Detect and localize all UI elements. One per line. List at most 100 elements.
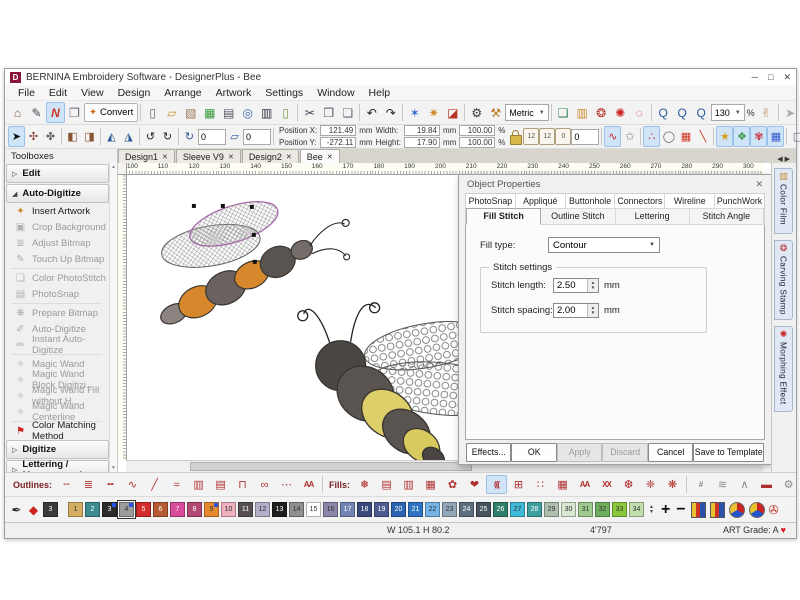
- insert-embroidery-icon[interactable]: ✶: [405, 102, 424, 123]
- color-swatch-3[interactable]: 3: [102, 502, 117, 517]
- color-swatch-28[interactable]: 28: [527, 502, 542, 517]
- color-swatch-18[interactable]: 18: [357, 502, 372, 517]
- outline-dots-icon[interactable]: ⋯: [276, 475, 297, 494]
- scroll-down-icon[interactable]: ▼: [110, 465, 117, 471]
- fill-lace-3-icon[interactable]: ❋: [662, 475, 683, 494]
- reshape-icon[interactable]: ✤: [42, 126, 59, 147]
- lock-proportions-icon[interactable]: [510, 130, 521, 144]
- mesh-effect-icon[interactable]: ▦: [767, 126, 784, 147]
- rotate-cw-45-icon[interactable]: ↻: [159, 126, 176, 147]
- color-swatch-20[interactable]: 20: [391, 502, 406, 517]
- hoop-large-icon[interactable]: 12: [523, 128, 539, 145]
- color-swatch-29[interactable]: 29: [544, 502, 559, 517]
- dialog-tab-stitch-angle[interactable]: Stitch Angle: [690, 208, 764, 225]
- color-swatch-16[interactable]: 16: [323, 502, 338, 517]
- stipple-effect-icon[interactable]: ∴: [643, 126, 660, 147]
- color-swatch-8[interactable]: 8: [187, 502, 202, 517]
- fill-lettering-icon[interactable]: AA: [574, 475, 595, 494]
- height-percent-input[interactable]: 100.00: [459, 137, 495, 148]
- toolbox-scrollbar[interactable]: ▲▼: [109, 163, 117, 472]
- export-machine-icon[interactable]: ◪: [443, 102, 462, 123]
- job-tools-icon[interactable]: ⚒: [486, 102, 505, 123]
- dialog-tab-punchwork[interactable]: PunchWork: [715, 194, 764, 208]
- tool-prepare-bitmap[interactable]: ❋Prepare Bitmap: [5, 305, 110, 321]
- menu-help[interactable]: Help: [362, 87, 398, 99]
- add-color-button[interactable]: +: [661, 502, 670, 518]
- tab-close-icon[interactable]: ✕: [286, 153, 292, 161]
- maximize-button[interactable]: □: [768, 72, 773, 83]
- dialog-tab-fill-stitch[interactable]: Fill Stitch: [466, 208, 541, 225]
- frame-icon[interactable]: ▢: [789, 126, 800, 147]
- outline-blanket-icon[interactable]: ▥: [188, 475, 209, 494]
- write-to-machine-icon[interactable]: ▥: [257, 102, 276, 123]
- fill-contour-icon[interactable]: (((: [486, 475, 507, 494]
- dialog-tab-buttonhole[interactable]: Buttonhole: [566, 194, 616, 208]
- rotate-ccw-45-icon[interactable]: ↺: [142, 126, 159, 147]
- color-swatch-23[interactable]: 23: [442, 502, 457, 517]
- horizontal-scroll-thumb[interactable]: [190, 462, 472, 471]
- insert-design-icon[interactable]: ▧: [181, 102, 200, 123]
- background-icon[interactable]: ❏: [554, 102, 573, 123]
- color-swatch-14[interactable]: 14: [289, 502, 304, 517]
- tab-scroll-buttons[interactable]: ◀▶: [777, 155, 796, 163]
- fill-cross-stitch-icon[interactable]: XX: [596, 475, 617, 494]
- card-reader-icon[interactable]: ▯: [276, 102, 295, 123]
- cycle-colors-icon[interactable]: [749, 502, 765, 518]
- stitch-select-icon[interactable]: ➤: [781, 102, 800, 123]
- shapes-effect-icon[interactable]: ❖: [733, 126, 750, 147]
- menu-settings[interactable]: Settings: [258, 87, 310, 99]
- tool-touch-up-bitmap[interactable]: ✎Touch Up Bitmap: [5, 251, 110, 267]
- gradient-effect-icon[interactable]: ╲: [694, 126, 711, 147]
- outline-single-icon[interactable]: ╌: [56, 475, 77, 494]
- fill-stipple-icon[interactable]: ∷: [530, 475, 551, 494]
- tool-instant-auto-digitize[interactable]: ✏Instant Auto-Digitize: [5, 337, 110, 353]
- fill-lattice-icon[interactable]: ⊞: [508, 475, 529, 494]
- fill-bar-icon[interactable]: ▬: [756, 475, 777, 494]
- rotate-icon[interactable]: ↻: [181, 126, 198, 147]
- insert-artwork-icon[interactable]: ✷: [424, 102, 443, 123]
- outline-candlewick-icon[interactable]: ⊓: [232, 475, 253, 494]
- color-wheel-icon[interactable]: [729, 502, 745, 518]
- copy-icon[interactable]: ❐: [319, 102, 338, 123]
- color-swatch-26[interactable]: 26: [493, 502, 508, 517]
- dialog-tab-wireline[interactable]: Wireline: [665, 194, 715, 208]
- print-icon[interactable]: ▤: [219, 102, 238, 123]
- menu-view[interactable]: View: [74, 87, 111, 99]
- skew-angle-input[interactable]: 0: [243, 129, 271, 145]
- menu-artwork[interactable]: Artwork: [209, 87, 259, 99]
- print-preview-icon[interactable]: ◎: [238, 102, 257, 123]
- outline-triple-icon[interactable]: ≣: [78, 475, 99, 494]
- effects--button[interactable]: Effects...: [466, 443, 511, 462]
- minimize-button[interactable]: ─: [752, 72, 758, 83]
- toolbox-section-edit[interactable]: ▷Edit: [6, 164, 109, 183]
- palette-spinner[interactable]: ▲▼: [649, 505, 654, 515]
- tab-sleeve-v9[interactable]: Sleeve V9✕: [176, 149, 241, 163]
- save-design-icon[interactable]: ▦: [200, 102, 219, 123]
- tab-morphing-effect[interactable]: ✺Morphing Effect: [774, 326, 793, 412]
- save-to-template-button[interactable]: Save to Template: [693, 443, 764, 462]
- outline-zigzag-icon[interactable]: ∿: [122, 475, 143, 494]
- portfolio-icon[interactable]: ⌂: [8, 102, 27, 123]
- fill-lace-1-icon[interactable]: ❆: [618, 475, 639, 494]
- color-swatch-34[interactable]: 34: [629, 502, 644, 517]
- color-swatch-7[interactable]: 7: [170, 502, 185, 517]
- color-swatch-13[interactable]: 13: [272, 502, 287, 517]
- thread-chart-icon[interactable]: [691, 502, 706, 518]
- menu-design[interactable]: Design: [111, 87, 158, 99]
- mirror-y-box-icon[interactable]: ◨: [81, 126, 98, 147]
- width-percent-input[interactable]: 100.00: [459, 125, 495, 136]
- color-swatch-11[interactable]: 11: [238, 502, 253, 517]
- tool-color-matching[interactable]: ⚑Color Matching Method: [5, 423, 110, 439]
- hoop-small-icon[interactable]: 0: [555, 128, 571, 145]
- fill-flower-icon[interactable]: ✿: [442, 475, 463, 494]
- color-swatch-4[interactable]: 4: [119, 502, 134, 517]
- position-y-input[interactable]: -272.11: [320, 137, 356, 148]
- dialog-tab-photosnap[interactable]: PhotoSnap: [466, 194, 516, 208]
- mirror-horizontal-icon[interactable]: ◭: [103, 126, 120, 147]
- tool-insert-artwork[interactable]: ✦Insert Artwork: [5, 203, 110, 219]
- cancel-button[interactable]: Cancel: [648, 443, 693, 462]
- color-swatch-9[interactable]: 9: [204, 502, 219, 517]
- tab-design2[interactable]: Design2✕: [242, 149, 299, 163]
- tab-carving-stamp[interactable]: ❂Carving Stamp: [774, 240, 793, 320]
- color-picker-icon[interactable]: ✒: [9, 502, 24, 518]
